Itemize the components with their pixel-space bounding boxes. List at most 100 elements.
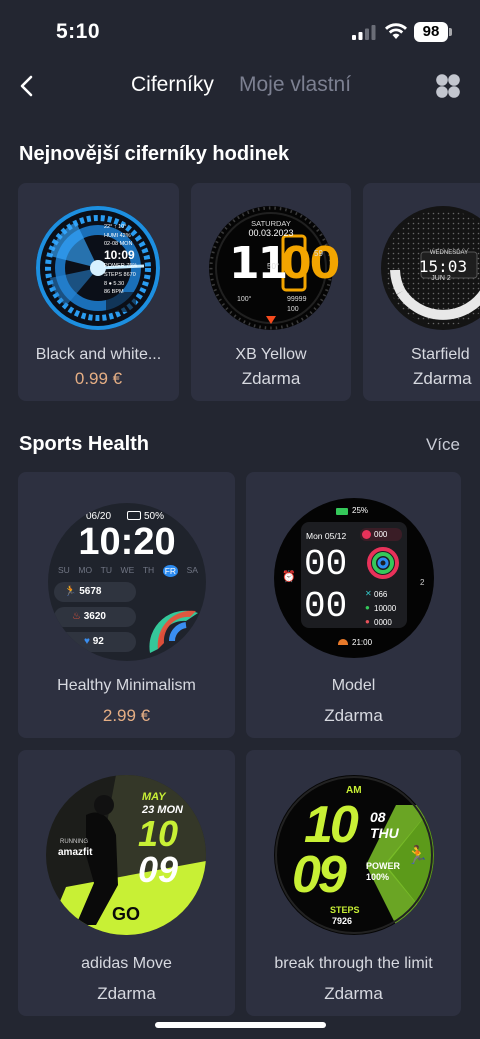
xb-battery: 100° — [237, 296, 252, 303]
weekday: SU — [58, 565, 70, 575]
btl-minute: 09 — [292, 846, 347, 904]
model-hour: 00 — [304, 544, 348, 585]
steps-icon: 🏃 — [64, 586, 77, 597]
tab-watch-faces[interactable]: Ciferníky — [131, 73, 214, 97]
xb-minute: 00 — [281, 238, 340, 289]
weekday: TH — [142, 565, 155, 575]
top-navigation: Ciferníky Moje vlastní — [0, 60, 480, 112]
watchface-card[interactable]: MAY 23 MON 10 09 RUNNING amazfit GO adid… — [18, 750, 235, 1016]
hm-calories: 3620 — [83, 611, 106, 622]
status-time: 5:10 — [56, 20, 101, 43]
battery-indicator: 98 — [414, 22, 448, 42]
watchface-card[interactable]: AM 10 09 08 THU POWER 100% STEPS 7926 🏃 … — [246, 750, 461, 1016]
xb-day: SATURDAY — [251, 219, 291, 228]
watchface-price: Zdarma — [324, 984, 383, 1003]
starfield-time: 15:03 — [418, 257, 468, 276]
watchface-name: Healthy Minimalism — [57, 677, 196, 694]
flame-icon: ♨ — [72, 611, 81, 622]
model-side-value: 2 — [420, 578, 425, 587]
model-sunset-time: 21:00 — [352, 638, 373, 647]
xb-seconds: 59 — [314, 249, 323, 258]
watchface-price: Zdarma — [97, 984, 156, 1003]
bw-time: 10:09 — [104, 248, 135, 263]
hm-steps-pill: 🏃 5678 — [54, 582, 136, 602]
model-stat-2: 10000 — [374, 604, 397, 613]
heart-icon — [362, 530, 371, 539]
tab-my-custom[interactable]: Moje vlastní — [239, 73, 351, 97]
bw-humidity: HUMI 42% — [104, 232, 131, 239]
bw-heart-rate: 86 BPM — [104, 289, 124, 296]
cellular-signal-icon — [352, 25, 376, 40]
watchface-name: Model — [331, 677, 376, 694]
weekday: MO — [78, 565, 93, 575]
bw-weather: 22° ↑ 10° — [104, 224, 127, 230]
watchface-name: XB Yellow — [235, 346, 307, 363]
model-stat-3: 0000 — [374, 618, 392, 627]
bw-face-info: 22° ↑ 10° HUMI 42% 02-08 MON 10:09 POWER… — [104, 223, 137, 297]
btl-power-label: POWER — [366, 861, 401, 871]
alarm-icon: ⏰ — [282, 571, 296, 583]
fire-icon: ● — [365, 617, 370, 626]
xb-steps: 99999 — [287, 296, 307, 303]
watchface-name: Black and white... — [35, 346, 162, 363]
watchface-preview-healthy-minimalism: 06/20 50% 10:20 SU MO TU WE TH FR SA 🏃 5… — [48, 503, 206, 661]
starfield-date: JUN 2 — [431, 275, 451, 282]
hm-calories-pill: ♨ 3620 — [54, 607, 136, 627]
btl-date: 08 — [370, 809, 386, 825]
battery-icon — [336, 508, 348, 515]
starfield-day: WEDNESDAY — [429, 250, 469, 256]
btl-steps-value: 7926 — [332, 916, 353, 926]
watchface-name: Starfield — [411, 346, 470, 363]
footsteps-icon: ● — [365, 603, 370, 612]
watchface-card[interactable]: 22° ↑ 10° HUMI 42% 02-08 MON 10:09 POWER… — [18, 183, 179, 401]
adidas-minute: 09 — [138, 849, 179, 890]
runner-icon: 🏃 — [406, 845, 429, 865]
hm-heart-rate: 92 — [92, 636, 104, 647]
watchface-card[interactable]: 06/20 50% 10:20 SU MO TU WE TH FR SA 🏃 5… — [18, 472, 235, 738]
adidas-running-label: RUNNING — [60, 839, 88, 845]
watchface-preview-black-and-white — [36, 206, 160, 330]
more-link[interactable]: Více — [426, 435, 460, 455]
model-heart-rate: 000 — [374, 530, 388, 539]
xb-extra: 100 — [287, 306, 299, 313]
hm-heart-pill: ♥ 92 — [54, 632, 136, 652]
btl-weekday: THU — [370, 825, 399, 841]
newest-section-title: Nejnovější ciferníky hodinek — [19, 143, 290, 165]
run-icon: ✕ — [365, 589, 372, 598]
watchface-price: 0.99 € — [74, 369, 123, 388]
weekday-active: FR — [162, 565, 179, 577]
activity-rings — [367, 547, 399, 579]
battery-icon — [127, 511, 141, 520]
sports-section-title: Sports Health — [19, 433, 150, 455]
watchface-card[interactable]: SATURDAY 00.03.2023 11 00 59 50° 100° 99… — [191, 183, 351, 401]
hm-time: 10:20 — [78, 521, 176, 563]
heart-icon: ♥ — [84, 636, 90, 647]
xb-date: 00.03.2023 — [248, 228, 294, 238]
bw-power: POWER 75% — [104, 263, 138, 270]
watchface-preview-model: 25% Mon 05/12 000 00 00 066 10000 0000 ✕… — [274, 498, 434, 658]
xb-temp: 50° — [267, 262, 280, 271]
home-indicator — [155, 1022, 326, 1028]
amazfit-logo: amazfit — [58, 847, 93, 858]
watchface-card[interactable]: 25% Mon 05/12 000 00 00 066 10000 0000 ✕… — [246, 472, 461, 738]
go-label: GO — [112, 904, 141, 924]
model-date: Mon 05/12 — [306, 531, 347, 541]
battery-tip — [449, 28, 452, 36]
btl-steps-label: STEPS — [330, 905, 360, 915]
weekday: TU — [100, 565, 112, 575]
watchface-price: 2.99 € — [102, 706, 151, 725]
wifi-icon — [385, 23, 407, 39]
watchface-price: Zdarma — [241, 369, 301, 388]
clover-grid-icon[interactable] — [435, 73, 461, 99]
weekday: WE — [120, 565, 135, 575]
btl-power-value: 100% — [366, 872, 390, 882]
model-stat-1: 066 — [374, 590, 388, 599]
status-bar: 5:10 98 — [0, 0, 480, 60]
watchface-price: Zdarma — [413, 369, 472, 388]
watchface-price: Zdarma — [324, 706, 383, 725]
watchface-card[interactable]: WEDNESDAY 15:03 JUN 2 Starfield Zdarma — [363, 183, 480, 401]
watchface-preview-break-through: AM 10 09 08 THU POWER 100% STEPS 7926 🏃 — [274, 775, 434, 935]
back-arrow-icon[interactable] — [14, 72, 40, 100]
weekday: SA — [186, 565, 198, 575]
hm-steps: 5678 — [79, 586, 102, 597]
